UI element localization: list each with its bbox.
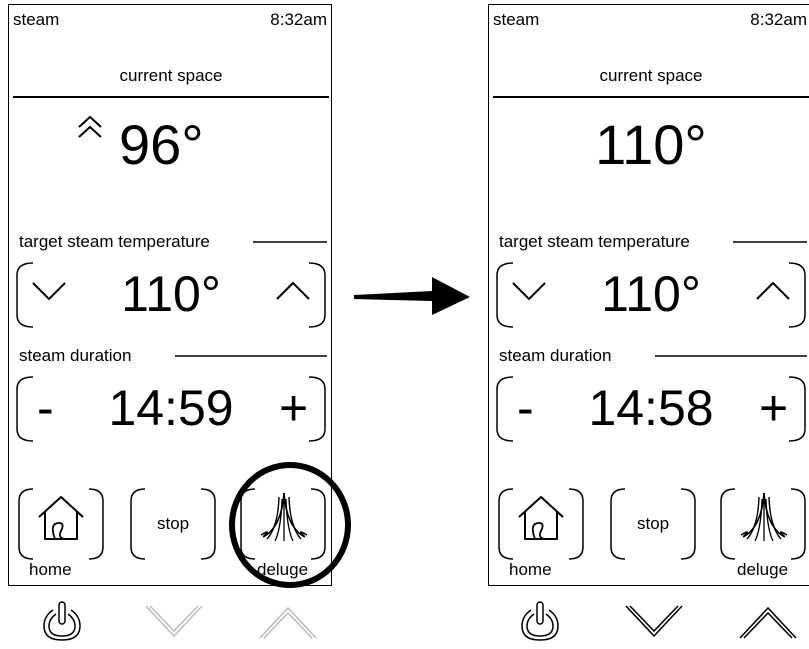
steam-duration-label: steam duration xyxy=(499,346,612,365)
current-space-label: current space xyxy=(119,66,223,85)
increase-duration-button[interactable]: + xyxy=(759,383,788,433)
house-icon[interactable] xyxy=(35,493,87,543)
increase-duration-button[interactable]: + xyxy=(279,383,308,433)
chevron-up-icon[interactable] xyxy=(736,602,800,642)
home-label[interactable]: home xyxy=(509,561,552,578)
deluge-highlight-circle xyxy=(229,462,351,588)
status-title: steam xyxy=(493,10,540,29)
home-label[interactable]: home xyxy=(29,561,72,578)
status-title: steam xyxy=(13,10,60,29)
chevron-up-icon[interactable] xyxy=(271,275,315,305)
deluge-label[interactable]: deluge xyxy=(737,561,788,578)
chevron-down-icon[interactable] xyxy=(622,602,686,642)
chevron-up-icon[interactable] xyxy=(256,602,320,642)
stop-button[interactable]: stop xyxy=(637,515,669,532)
target-temperature-label: target steam temperature xyxy=(499,232,690,251)
target-temperature-label: target steam temperature xyxy=(19,232,210,251)
stop-button[interactable]: stop xyxy=(157,515,189,532)
current-temperature: 110° xyxy=(595,113,707,176)
double-chevron-up-icon xyxy=(78,115,102,138)
steam-duration-label: steam duration xyxy=(19,346,132,365)
power-icon[interactable] xyxy=(518,600,562,644)
current-space-label: current space xyxy=(599,66,703,85)
power-icon[interactable] xyxy=(40,600,84,644)
current-temperature: 96° xyxy=(119,113,204,176)
clock: 8:32am xyxy=(750,10,807,29)
chevron-up-icon[interactable] xyxy=(751,275,795,305)
house-icon[interactable] xyxy=(515,493,567,543)
transition-arrow xyxy=(354,277,470,315)
deluge-icon[interactable] xyxy=(735,491,793,545)
chevron-down-icon[interactable] xyxy=(142,602,206,642)
clock: 8:32am xyxy=(270,10,327,29)
screen-after: steam 8:32am current space 110° target s… xyxy=(488,4,809,586)
